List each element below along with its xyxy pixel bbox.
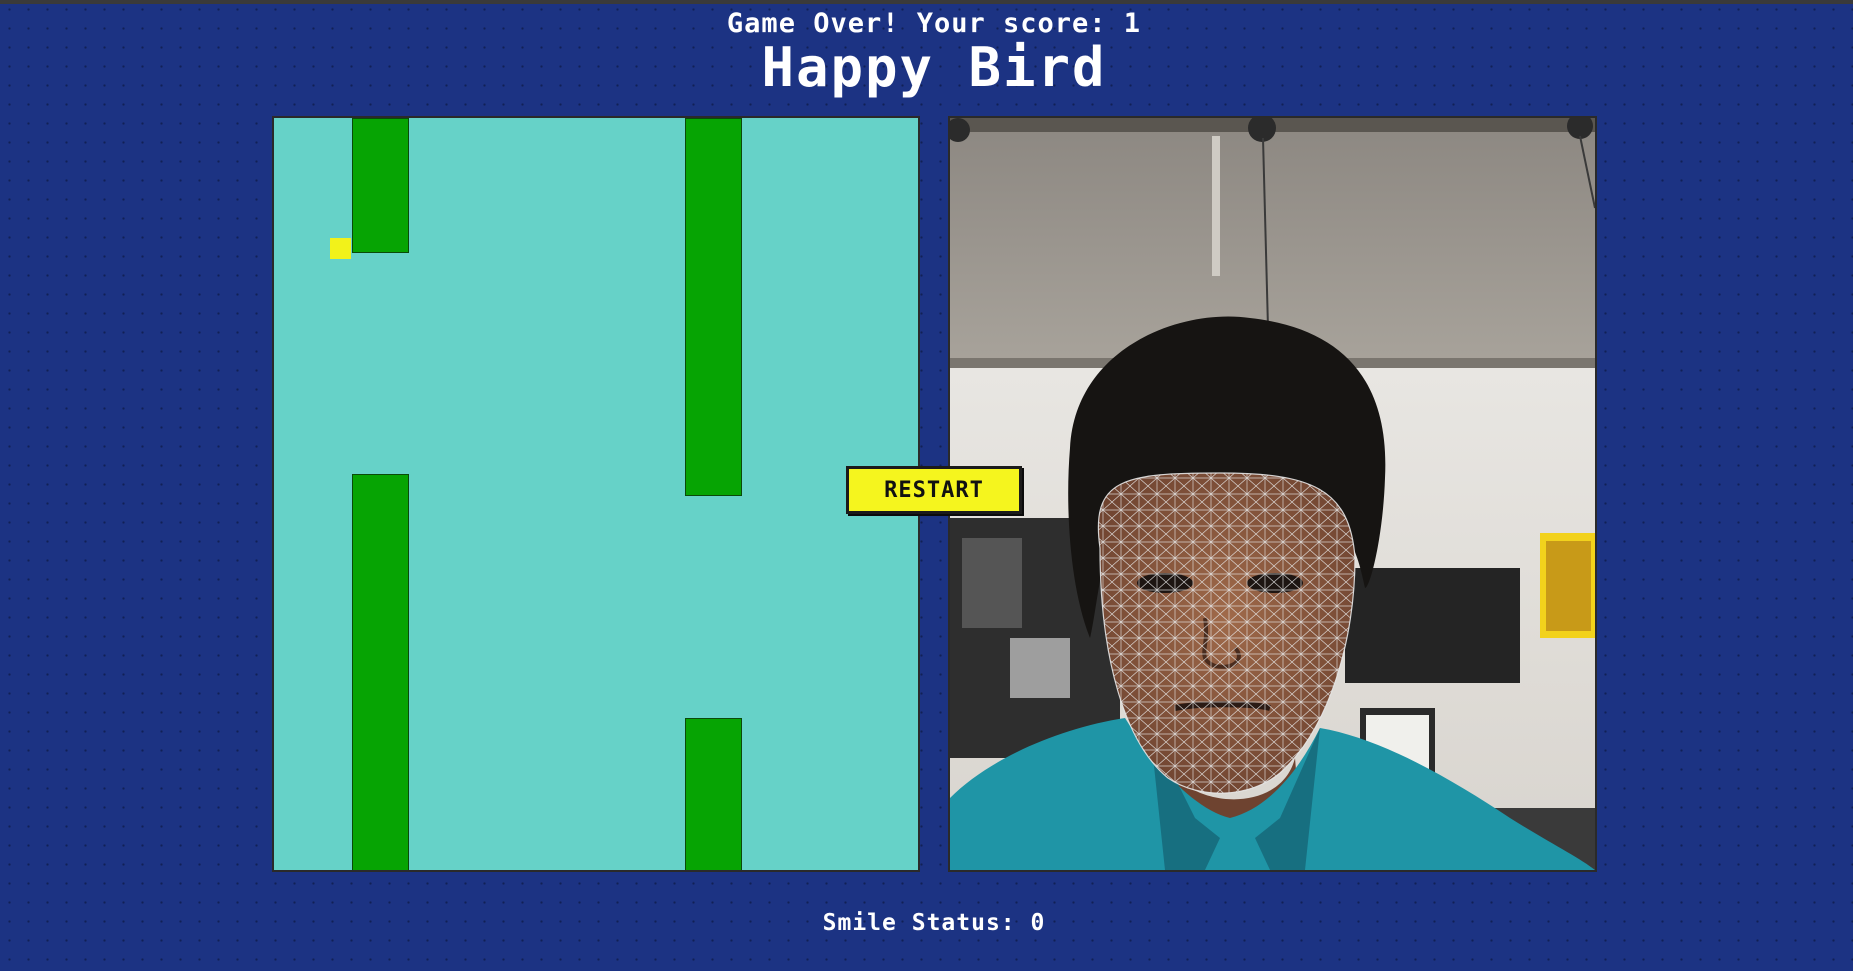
- webcam-image: [950, 118, 1595, 870]
- pipe-top-1: [352, 118, 409, 253]
- game-status-message: Game Over! Your score: 1: [726, 8, 1142, 39]
- bird: [330, 238, 351, 259]
- smile-status: Smile Status: 0: [822, 910, 1046, 936]
- page-title: Happy Bird: [761, 36, 1107, 99]
- restart-button[interactable]: RESTART: [846, 466, 1022, 514]
- game-canvas[interactable]: [272, 116, 920, 872]
- pipe-top-2: [685, 118, 742, 496]
- pipe-bottom-2: [685, 718, 742, 870]
- webcam-feed: [948, 116, 1597, 872]
- pipe-bottom-1: [352, 474, 409, 870]
- window-top-edge: [0, 0, 1853, 4]
